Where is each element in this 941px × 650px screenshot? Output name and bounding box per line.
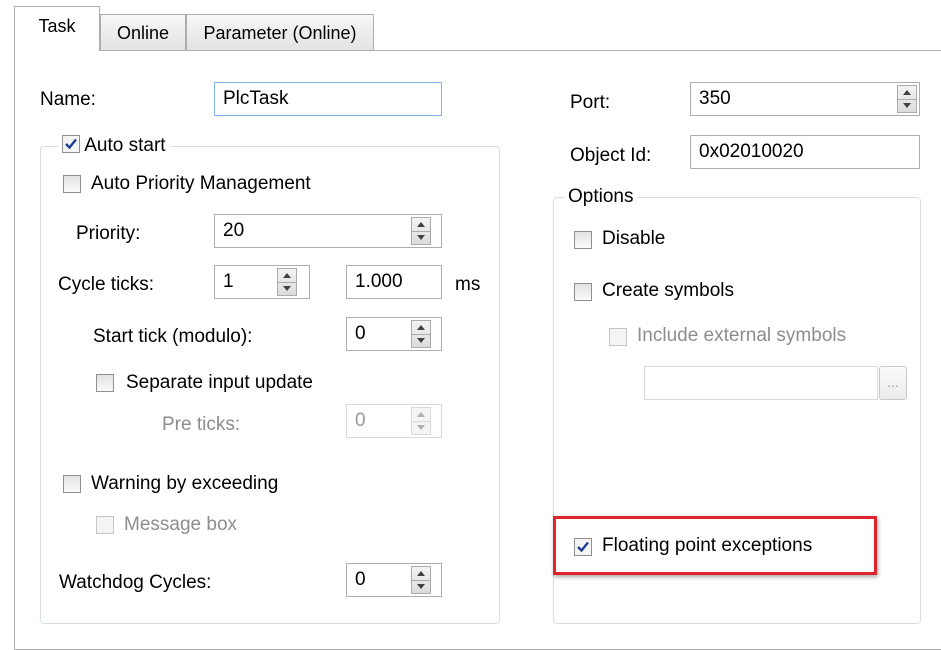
port-field[interactable]: 350 (690, 82, 920, 116)
arrow-up-icon (283, 273, 291, 278)
start-tick-label: Start tick (modulo): (93, 326, 253, 347)
priority-spinner[interactable] (411, 217, 431, 245)
priority-field[interactable]: 20 (214, 214, 442, 248)
separate-input-checkbox[interactable] (96, 374, 114, 392)
name-label: Name: (40, 89, 96, 110)
external-path-field[interactable] (644, 366, 878, 400)
cycle-unit-label: ms (455, 274, 481, 295)
arrow-down-icon (417, 425, 425, 430)
watchdog-label: Watchdog Cycles: (59, 572, 212, 593)
tab-task[interactable]: Task (14, 6, 100, 51)
tab-online[interactable]: Online (100, 14, 186, 50)
object-id-field[interactable]: 0x02010020 (690, 135, 920, 169)
include-external-checkbox[interactable] (609, 328, 627, 346)
priority-label: Priority: (76, 223, 141, 244)
disable-label: Disable (602, 228, 666, 249)
message-box-checkbox[interactable] (96, 516, 114, 534)
disable-checkbox[interactable] (574, 231, 592, 249)
auto-start-legend: Auto start (58, 134, 170, 157)
floating-point-checkbox[interactable] (574, 538, 592, 556)
arrow-up-icon (417, 222, 425, 227)
port-spinner[interactable] (897, 85, 917, 113)
options-legend: Options (564, 186, 638, 208)
arrow-up-icon (417, 571, 425, 576)
watchdog-spinner[interactable] (411, 566, 431, 594)
floating-point-label: Floating point exceptions (602, 535, 813, 556)
arrow-down-icon (417, 235, 425, 240)
checkmark-icon (577, 541, 589, 553)
start-tick-spinner[interactable] (411, 320, 431, 348)
arrow-up-icon (903, 90, 911, 95)
cycle-ticks-label: Cycle ticks: (58, 274, 155, 295)
arrow-down-icon (417, 584, 425, 589)
warning-checkbox[interactable] (63, 475, 81, 493)
pre-ticks-label: Pre ticks: (162, 414, 241, 435)
port-label: Port: (570, 92, 611, 113)
browse-button[interactable]: ... (879, 366, 907, 400)
include-external-label: Include external symbols (637, 325, 847, 346)
warning-label: Warning by exceeding (91, 473, 279, 494)
object-id-label: Object Id: (570, 145, 652, 166)
arrow-down-icon (903, 103, 911, 108)
auto-start-label: Auto start (84, 135, 166, 156)
cycle-ticks-spinner[interactable] (277, 268, 297, 296)
tab-parameter-online[interactable]: Parameter (Online) (186, 14, 374, 50)
auto-priority-checkbox[interactable] (63, 175, 81, 193)
arrow-up-icon (417, 412, 425, 417)
auto-priority-label: Auto Priority Management (91, 173, 311, 194)
create-symbols-label: Create symbols (602, 280, 734, 301)
pre-ticks-spinner[interactable] (411, 407, 431, 435)
message-box-label: Message box (124, 514, 238, 535)
arrow-up-icon (417, 325, 425, 330)
create-symbols-checkbox[interactable] (574, 283, 592, 301)
name-field[interactable]: PlcTask (214, 82, 442, 116)
arrow-down-icon (417, 338, 425, 343)
arrow-down-icon (283, 286, 291, 291)
separate-input-label: Separate input update (126, 372, 313, 393)
auto-start-checkbox[interactable] (62, 134, 80, 153)
cycle-time-field[interactable]: 1.000 (346, 265, 442, 299)
